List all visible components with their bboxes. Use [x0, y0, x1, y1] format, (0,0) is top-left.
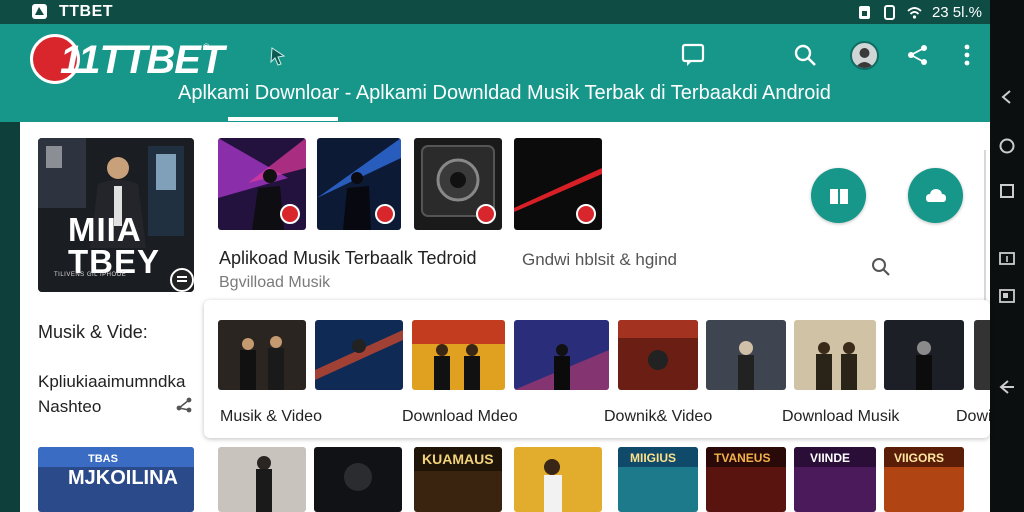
top-caption-2[interactable]: Gndwi hblsit & hgind	[522, 250, 677, 270]
scrollbar[interactable]	[984, 150, 986, 310]
bottom-featured-line2: MJKOILINA	[68, 467, 178, 489]
card-label[interactable]: Downik& Video	[604, 408, 712, 426]
status-app-name: TTBET	[59, 3, 114, 20]
section-title-musik: Musik & Vide:	[38, 322, 148, 342]
bottom-thumb-title: MIIGIUS	[630, 451, 677, 465]
play-badge	[476, 204, 496, 224]
card-label[interactable]: Download Mdeo	[402, 408, 518, 426]
sim-icon	[858, 5, 870, 19]
video-thumb[interactable]	[514, 320, 609, 390]
video-thumb[interactable]	[706, 320, 786, 390]
back-arrow-icon[interactable]	[998, 378, 1016, 396]
status-bar: TTBET 23 5l.%	[0, 0, 990, 24]
more-vert-icon[interactable]	[954, 42, 980, 68]
top-caption-1[interactable]: Aplikoad Musik Terbaalk Tedroid	[219, 248, 476, 269]
phone-icon	[883, 4, 895, 20]
bottom-thumb[interactable]	[314, 447, 402, 512]
bottom-thumb[interactable]	[218, 447, 306, 512]
top-tile-4[interactable]	[514, 138, 602, 230]
bottom-thumb-title: TVANEUS	[714, 451, 771, 465]
top-tile-1[interactable]	[218, 138, 306, 230]
wifi-icon	[907, 6, 922, 19]
app-header: 11TTBET ® Aplkami Downloar - Aplkami Dow…	[0, 24, 990, 122]
card-label[interactable]: Dowi	[956, 408, 990, 426]
tv-icon[interactable]	[998, 250, 1016, 268]
main-content: MIIA TBEY TILIVENS GIL IPHOOE Aplikoad M…	[20, 122, 990, 512]
book-icon	[830, 189, 848, 204]
bottom-thumb[interactable]: MIIGIUS	[618, 447, 698, 512]
book-button[interactable]	[811, 168, 866, 223]
card-label[interactable]: Download Musik	[782, 408, 899, 426]
cloud-button[interactable]	[908, 168, 963, 223]
home-icon[interactable]	[998, 137, 1016, 155]
video-cards-panel: Musik & Video Download Mdeo Downik& Vide…	[204, 300, 990, 438]
bottom-thumb[interactable]: VIIGORS	[884, 447, 964, 512]
system-nav-rail	[990, 0, 1024, 512]
video-thumb[interactable]	[218, 320, 306, 390]
section-title-2-line1: Kpliukiaaimumndka	[38, 372, 186, 391]
status-icons: 23 5l.%	[857, 3, 982, 21]
share-icon[interactable]	[174, 395, 194, 415]
video-thumb[interactable]	[412, 320, 505, 390]
logo-registered-mark: ®	[203, 42, 210, 52]
bottom-thumb-title: KUAMAUS	[422, 451, 494, 467]
bottom-featured[interactable]: TBAS MJKOILINA	[38, 447, 194, 512]
brand-logo[interactable]: 11TTBET ®	[30, 32, 224, 84]
play-badge	[280, 204, 300, 224]
card-label[interactable]: Musik & Video	[220, 408, 322, 426]
featured-subtitle: TILIVENS GIL IPHOOE	[54, 272, 127, 278]
video-thumb[interactable]	[794, 320, 876, 390]
bottom-featured-line1: TBAS	[88, 453, 118, 465]
bottom-thumb[interactable]: TVANEUS	[706, 447, 786, 512]
cast-icon[interactable]	[998, 287, 1016, 305]
play-badge	[576, 204, 596, 224]
chat-icon[interactable]	[680, 42, 706, 68]
cursor-icon[interactable]	[266, 44, 294, 70]
back-icon[interactable]	[998, 88, 1016, 106]
featured-title-line1: MIIA	[68, 211, 142, 248]
bottom-thumb-title: VIINDE	[810, 451, 851, 465]
video-thumb[interactable]	[884, 320, 964, 390]
bottom-thumb[interactable]	[514, 447, 602, 512]
app-icon	[32, 4, 47, 19]
featured-menu-button[interactable]	[170, 268, 194, 292]
video-thumb[interactable]	[315, 320, 403, 390]
featured-album[interactable]: MIIA TBEY TILIVENS GIL IPHOOE	[38, 138, 194, 292]
video-thumb[interactable]	[618, 320, 698, 390]
top-tile-2[interactable]	[317, 138, 401, 230]
cloud-icon	[926, 189, 946, 202]
logo-text: 11TTBET	[60, 38, 224, 82]
featured-title: MIIA TBEY	[68, 211, 160, 278]
play-badge	[375, 204, 395, 224]
bottom-thumb-title: VIIGORS	[894, 451, 945, 465]
search-icon[interactable]	[792, 42, 818, 68]
video-thumb[interactable]	[974, 320, 990, 390]
app-window: TTBET 23 5l.% 11TTBET ® Aplkami Downloar…	[0, 0, 1024, 512]
top-caption-1-sub: Bgvilload Musik	[219, 274, 331, 291]
recents-icon[interactable]	[998, 182, 1016, 200]
share-icon[interactable]	[905, 42, 931, 68]
bottom-thumb[interactable]: VIINDE	[794, 447, 876, 512]
avatar[interactable]	[850, 41, 879, 70]
top-tile-3[interactable]	[414, 138, 502, 230]
search-icon[interactable]	[870, 256, 892, 278]
status-time: 23 5l.%	[931, 3, 982, 21]
page-title: Aplkami Downloar - Aplkami Downldad Musi…	[178, 82, 831, 104]
tab-indicator	[228, 117, 338, 121]
bottom-thumb[interactable]: KUAMAUS	[414, 447, 502, 512]
section-title-2-line2: Nashteo	[38, 397, 102, 416]
